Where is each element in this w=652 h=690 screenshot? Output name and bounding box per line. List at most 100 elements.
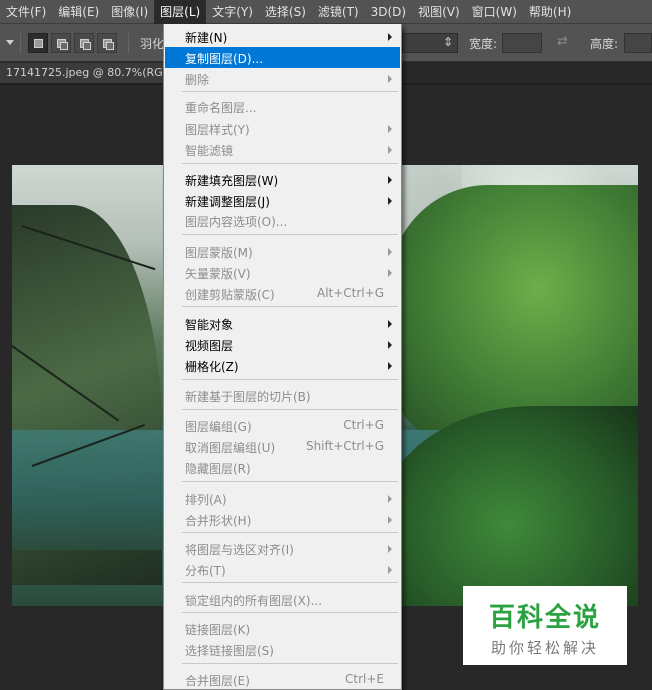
width-label: 宽度: [469, 37, 498, 51]
menu-item-label: 视频图层 [185, 339, 234, 353]
layer-menu-lock-all-layers-in-group[interactable]: 锁定组内的所有图层(X)... [165, 589, 400, 610]
menu-item-label: 删除 [185, 73, 210, 87]
submenu-arrow-icon [388, 176, 392, 184]
menu-window[interactable]: 窗口(W) [466, 0, 523, 24]
submenu-arrow-icon [388, 33, 392, 41]
layer-menu-new-fill-layer[interactable]: 新建填充图层(W) [165, 169, 400, 190]
layer-menu-new-adjustment-layer[interactable]: 新建调整图层(J) [165, 190, 400, 211]
swap-dimensions-icon[interactable]: ⇄ [557, 34, 568, 49]
menu-filter[interactable]: 滤镜(T) [312, 0, 365, 24]
submenu-arrow-icon [388, 75, 392, 83]
layer-menu-combine-shapes[interactable]: 合并形状(H) [165, 509, 400, 530]
add-selection-button[interactable] [51, 33, 71, 53]
menu-item-shortcut: Alt+Ctrl+G [316, 286, 384, 300]
intersect-selection-button[interactable] [97, 33, 117, 53]
menu-3d[interactable]: 3D(D) [365, 0, 412, 24]
menu-item-label: 栅格化(Z) [185, 360, 239, 374]
menu-item-label: 合并形状(H) [185, 514, 252, 528]
watermark-tagline: 助你轻松解决 [490, 639, 599, 657]
menu-separator [182, 163, 398, 164]
menu-select[interactable]: 选择(S) [259, 0, 312, 24]
menu-item-shortcut: Shift+Ctrl+G [305, 439, 384, 453]
menu-item-label: 复制图层(D)... [185, 52, 264, 66]
height-field[interactable] [624, 33, 652, 53]
submenu-arrow-icon [388, 362, 392, 370]
menu-item-label: 重命名图层... [185, 101, 257, 115]
menu-item-label: 隐藏图层(R) [185, 462, 251, 476]
menu-separator [182, 91, 398, 92]
menu-item-label: 新建基于图层的切片(B) [185, 390, 311, 404]
layer-menu-select-linked-layers[interactable]: 选择链接图层(S) [165, 639, 400, 660]
add-selection-icon-overlay [60, 42, 68, 50]
layer-menu-dropdown: 新建(N) 复制图层(D)... 删除 重命名图层... 图层样式(Y) 智能滤… [163, 24, 402, 690]
menu-separator [182, 663, 398, 664]
menu-item-label: 新建填充图层(W) [185, 174, 279, 188]
menu-item-label: 矢量蒙版(V) [185, 267, 251, 281]
menu-separator [182, 379, 398, 380]
menu-item-label: 分布(T) [185, 564, 226, 578]
menu-item-label: 新建调整图层(J) [185, 195, 270, 209]
layer-menu-layer-content-options[interactable]: 图层内容选项(O)... [165, 210, 400, 231]
layer-menu-hide-layers[interactable]: 隐藏图层(R) [165, 457, 400, 478]
menu-item-shortcut: Ctrl+E [345, 672, 384, 686]
menu-layer[interactable]: 图层(L) [154, 0, 207, 24]
layer-menu-group-layers[interactable]: 图层编组(G) Ctrl+G [165, 415, 400, 436]
layer-menu-create-clipping-mask[interactable]: 创建剪贴蒙版(C) Alt+Ctrl+G [165, 283, 400, 304]
submenu-arrow-icon [388, 125, 392, 133]
submenu-arrow-icon [388, 495, 392, 503]
menu-item-label: 图层样式(Y) [185, 123, 250, 137]
menu-separator [182, 612, 398, 613]
menu-type[interactable]: 文字(Y) [206, 0, 259, 24]
submenu-arrow-icon [388, 320, 392, 328]
layer-menu-vector-mask[interactable]: 矢量蒙版(V) [165, 262, 400, 283]
menu-item-label: 图层蒙版(M) [185, 246, 253, 260]
submenu-arrow-icon [388, 197, 392, 205]
document-tab-title: 17141725.jpeg @ 80.7%(RGB [6, 66, 164, 79]
layer-menu-distribute[interactable]: 分布(T) [165, 559, 400, 580]
new-selection-button[interactable] [28, 33, 48, 53]
layer-menu-video-layers[interactable]: 视频图层 [165, 334, 400, 355]
submenu-arrow-icon [388, 341, 392, 349]
height-label: 高度: [590, 37, 619, 51]
menu-item-label: 合并图层(E) [185, 674, 250, 688]
layer-menu-ungroup-layers[interactable]: 取消图层编组(U) Shift+Ctrl+G [165, 436, 400, 457]
menu-bar: 文件(F) 编辑(E) 图像(I) 图层(L) 文字(Y) 选择(S) 滤镜(T… [0, 0, 652, 24]
submenu-arrow-icon [388, 146, 392, 154]
layer-menu-duplicate-layer[interactable]: 复制图层(D)... [165, 47, 400, 68]
menu-item-shortcut: Ctrl+G [343, 418, 384, 432]
subtract-selection-button[interactable] [74, 33, 94, 53]
layer-menu-link-layers[interactable]: 链接图层(K) [165, 618, 400, 639]
baike-watermark-logo: 百科全说 助你轻松解决 [463, 586, 627, 665]
menu-help[interactable]: 帮助(H) [523, 0, 577, 24]
menu-image[interactable]: 图像(I) [105, 0, 154, 24]
feather-label: 羽化 [140, 37, 165, 51]
width-field[interactable] [502, 33, 542, 53]
menu-item-label: 选择链接图层(S) [185, 644, 274, 658]
subtract-selection-icon-overlay [83, 42, 91, 50]
menu-item-label: 创建剪贴蒙版(C) [185, 288, 275, 302]
layer-menu-smart-filter[interactable]: 智能滤镜 [165, 139, 400, 160]
layer-menu-layer-mask[interactable]: 图层蒙版(M) [165, 241, 400, 262]
layer-menu-smart-objects[interactable]: 智能对象 [165, 313, 400, 334]
menu-file[interactable]: 文件(F) [0, 0, 52, 24]
document-tab[interactable]: 17141725.jpeg @ 80.7%(RGB [0, 63, 165, 83]
menu-item-label: 锁定组内的所有图层(X)... [185, 594, 323, 608]
tool-preset-dropdown-icon[interactable] [4, 37, 16, 49]
layer-menu-new[interactable]: 新建(N) [165, 26, 400, 47]
menu-view[interactable]: 视图(V) [412, 0, 466, 24]
layer-menu-layer-style[interactable]: 图层样式(Y) [165, 118, 400, 139]
menu-item-label: 智能滤镜 [185, 144, 234, 158]
menu-edit[interactable]: 编辑(E) [52, 0, 105, 24]
layer-menu-align-to-selection[interactable]: 将图层与选区对齐(I) [165, 538, 400, 559]
submenu-arrow-icon [388, 545, 392, 553]
layer-menu-arrange[interactable]: 排列(A) [165, 488, 400, 509]
layer-menu-rasterize[interactable]: 栅格化(Z) [165, 355, 400, 376]
submenu-arrow-icon [388, 516, 392, 524]
options-divider [20, 33, 21, 53]
layer-menu-delete[interactable]: 删除 [165, 68, 400, 89]
style-select[interactable] [402, 33, 458, 53]
layer-menu-rename-layer[interactable]: 重命名图层... [165, 96, 400, 117]
watermark-brand: 百科全说 [488, 603, 601, 633]
layer-menu-new-layer-based-slice[interactable]: 新建基于图层的切片(B) [165, 385, 400, 406]
layer-menu-merge-layers[interactable]: 合并图层(E) Ctrl+E [165, 669, 400, 690]
